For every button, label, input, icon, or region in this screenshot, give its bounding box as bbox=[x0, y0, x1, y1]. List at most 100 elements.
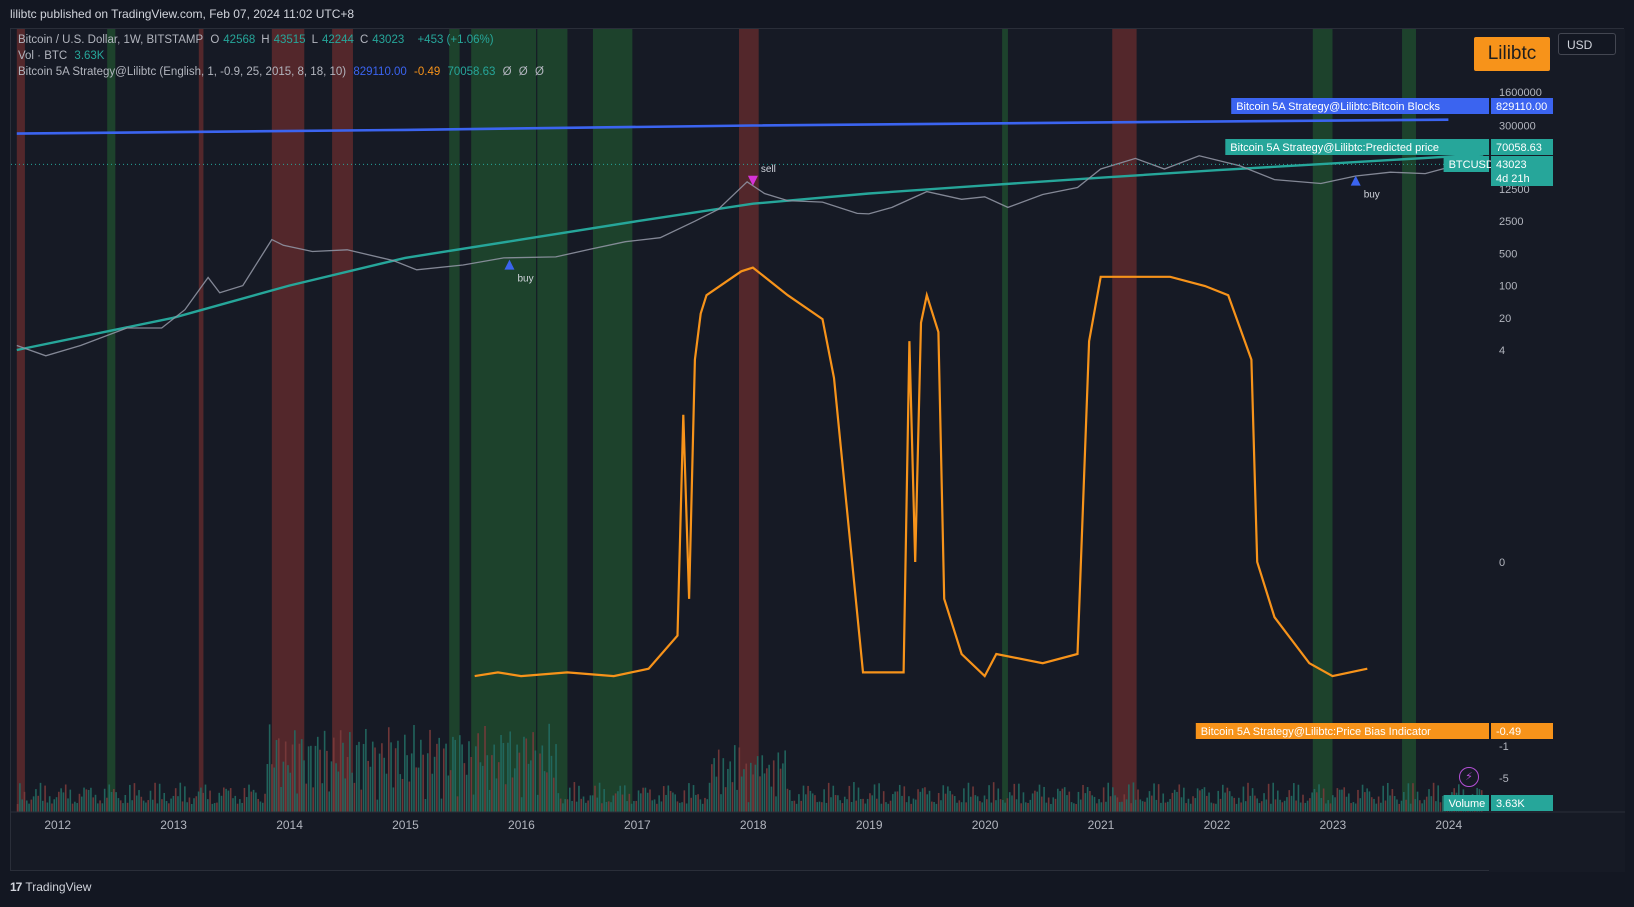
volume-bar bbox=[1082, 784, 1084, 812]
volume-bar bbox=[351, 772, 353, 812]
chart-canvas[interactable]: buysellbuy600000016000003000001250025005… bbox=[11, 29, 1625, 872]
volume-bar bbox=[1217, 790, 1220, 812]
volume-bar bbox=[1228, 791, 1231, 812]
volume-bar bbox=[800, 800, 803, 812]
volume-bar bbox=[1416, 791, 1419, 812]
volume-bar bbox=[1176, 791, 1178, 812]
volume-bar bbox=[942, 785, 945, 812]
volume-bar bbox=[463, 763, 466, 812]
volume-bar bbox=[424, 798, 427, 812]
volume-bar bbox=[332, 737, 335, 812]
volume-bar bbox=[477, 733, 479, 812]
currency-selector[interactable]: USD bbox=[1558, 33, 1616, 55]
lightning-icon[interactable]: ⚡ bbox=[1459, 767, 1479, 787]
volume-bar bbox=[818, 801, 821, 812]
volume-bar bbox=[1084, 793, 1087, 812]
legend-volume-row[interactable]: Vol · BTC 3.63K bbox=[18, 50, 108, 62]
volume-bar bbox=[232, 798, 234, 812]
volume-bar bbox=[1254, 795, 1256, 812]
volume-bar bbox=[1105, 801, 1107, 812]
symbol-title[interactable]: Bitcoin / U.S. Dollar, 1W, BITSTAMP bbox=[18, 34, 203, 46]
volume-bar bbox=[1043, 786, 1045, 812]
volume-bar bbox=[99, 800, 101, 812]
volume-bar bbox=[465, 774, 468, 812]
volume-bar bbox=[154, 782, 156, 812]
volume-bar bbox=[106, 797, 108, 812]
volume-bar bbox=[346, 756, 349, 812]
volume-bar bbox=[60, 788, 62, 812]
ohlc-value: 42244 bbox=[321, 34, 354, 46]
volume-bar bbox=[426, 753, 429, 812]
volume-bar bbox=[1295, 800, 1297, 812]
volume-bar bbox=[1164, 802, 1167, 812]
volume-bar bbox=[456, 796, 459, 812]
volume-bar bbox=[1265, 799, 1268, 812]
volume-bar bbox=[459, 735, 461, 812]
volume-bar bbox=[1366, 788, 1368, 812]
volume-bar bbox=[623, 785, 626, 812]
volume-bar bbox=[988, 785, 990, 812]
volume-bar bbox=[566, 799, 569, 812]
volume-bar bbox=[1144, 801, 1146, 812]
ohlc-values: O 42568 H 43515 L 42244 C 43023 bbox=[210, 34, 410, 46]
tag-volume-label: Volume bbox=[1449, 798, 1486, 810]
volume-bar bbox=[195, 796, 198, 812]
volume-bar bbox=[1098, 799, 1100, 812]
volume-bar bbox=[250, 791, 253, 812]
legend-indicator-row[interactable]: Bitcoin 5A Strategy@Lilibtc (English, 1,… bbox=[18, 66, 548, 78]
indicator-title[interactable]: Bitcoin 5A Strategy@Lilibtc (English, 1,… bbox=[18, 66, 346, 78]
volume-bar bbox=[1260, 801, 1263, 812]
volume-bar bbox=[248, 784, 250, 812]
volume-bar bbox=[1038, 784, 1041, 812]
footer-branding[interactable]: 17 TradingView bbox=[10, 880, 91, 894]
volume-bar bbox=[775, 796, 777, 812]
volume-bar bbox=[866, 798, 869, 812]
volume-bar bbox=[995, 800, 997, 812]
volume-bar bbox=[1061, 788, 1064, 812]
legend-symbol-row[interactable]: Bitcoin / U.S. Dollar, 1W, BITSTAMP O 425… bbox=[18, 34, 498, 46]
volume-bar bbox=[516, 744, 518, 812]
volume-bar bbox=[1162, 793, 1165, 812]
volume-bar bbox=[564, 799, 567, 812]
volume-bar bbox=[1013, 783, 1016, 812]
volume-bar bbox=[264, 793, 266, 812]
volume-bar bbox=[990, 802, 993, 812]
volume-bar bbox=[550, 755, 553, 812]
volume-bar bbox=[841, 803, 844, 812]
volume-bar bbox=[211, 803, 214, 812]
zone-green-8 bbox=[592, 29, 633, 812]
volume-title[interactable]: Vol · BTC bbox=[18, 50, 67, 62]
volume-bar bbox=[312, 787, 314, 812]
volume-bar bbox=[1059, 791, 1061, 812]
volume-bar bbox=[355, 745, 358, 812]
volume-bar bbox=[1102, 787, 1105, 812]
volume-bar bbox=[660, 801, 663, 812]
volume-bar bbox=[882, 791, 885, 812]
volume-bar bbox=[294, 730, 296, 812]
volume-bar bbox=[669, 790, 672, 812]
volume-bar bbox=[523, 736, 525, 812]
volume-bar bbox=[596, 797, 599, 812]
volume-bar bbox=[1432, 782, 1435, 812]
volume-bar bbox=[901, 795, 903, 812]
volume-bar bbox=[358, 741, 360, 812]
ohlc-h: H 43515 bbox=[261, 34, 307, 46]
volume-bar bbox=[179, 782, 182, 812]
volume-bar bbox=[21, 799, 23, 812]
volume-bar bbox=[410, 753, 413, 812]
volume-bar bbox=[362, 743, 365, 812]
volume-bar bbox=[374, 747, 376, 812]
time-tick-label: 2021 bbox=[1088, 818, 1115, 832]
volume-bar bbox=[190, 803, 193, 812]
volume-bar bbox=[1130, 803, 1132, 812]
volume-bar bbox=[724, 787, 727, 812]
volume-bar bbox=[495, 778, 498, 812]
chart-pane[interactable]: buysellbuy600000016000003000001250025005… bbox=[10, 28, 1625, 872]
volume-bar bbox=[788, 790, 791, 812]
volume-bar bbox=[245, 797, 248, 812]
volume-bar bbox=[365, 728, 367, 812]
volume-bar bbox=[1178, 784, 1181, 812]
volume-bar bbox=[779, 768, 782, 812]
volume-bar bbox=[1348, 793, 1350, 812]
volume-bar bbox=[640, 793, 642, 812]
